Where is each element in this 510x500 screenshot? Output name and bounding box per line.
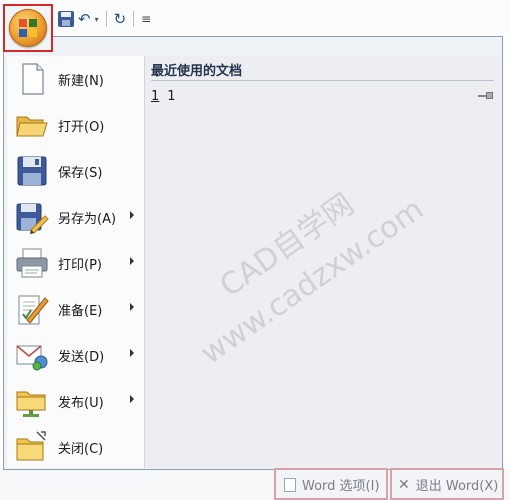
undo-dropdown-icon[interactable]: ▾ (95, 15, 99, 24)
submenu-arrow-icon (130, 211, 134, 219)
toolbar-divider (105, 11, 107, 27)
exit-word-label: 退出 Word(X) (415, 479, 499, 494)
office-button-highlight (3, 4, 53, 52)
menu-item-label: 发布(U) (58, 395, 104, 411)
toolbar-divider (133, 11, 135, 27)
quick-access-toolbar: ↶ ▾ ↻ ≡ (58, 8, 151, 30)
menu-item-label: 关闭(C) (58, 441, 104, 457)
menu-item-label: 打开(O) (58, 119, 105, 135)
save-floppy-icon (15, 154, 49, 188)
menu-item-label: 另存为(A) (58, 211, 117, 227)
recent-document-name: 1 (167, 89, 176, 104)
printer-icon (15, 246, 49, 280)
submenu-arrow-icon (130, 257, 134, 265)
menu-item-publish[interactable]: 发布(U) (7, 378, 144, 424)
title-bar: ↶ ▾ ↻ ≡ (0, 0, 510, 36)
menu-item-label: 保存(S) (58, 165, 103, 181)
menu-item-print[interactable]: 打印(P) (7, 240, 144, 286)
new-document-icon (15, 62, 49, 96)
save-icon[interactable] (58, 11, 74, 27)
menu-command-list: 新建(N) 打开(O) 保存(S) 另存为(A) 打印(P) 准备(E) 发送(… (7, 56, 145, 468)
recent-document-item[interactable]: 11 (151, 89, 176, 104)
word-options-label: Word 选项(I) (302, 479, 380, 494)
submenu-arrow-icon (130, 349, 134, 357)
menu-item-label: 新建(N) (58, 73, 104, 89)
exit-word-highlight: ✕ 退出 Word(X) (390, 468, 504, 500)
menu-item-label: 发送(D) (58, 349, 105, 365)
undo-icon[interactable]: ↶ (78, 11, 91, 27)
menu-item-label: 准备(E) (58, 303, 103, 319)
menu-item-open[interactable]: 打开(O) (7, 102, 144, 148)
exit-x-icon: ✕ (398, 476, 410, 493)
recent-documents-title: 最近使用的文档 (151, 64, 243, 79)
menu-item-prepare[interactable]: 准备(E) (7, 286, 144, 332)
office-button[interactable] (9, 9, 47, 47)
recent-documents-pane: 最近使用的文档 11 (145, 56, 500, 468)
options-document-icon (284, 477, 296, 492)
publish-folder-icon (15, 384, 49, 418)
pin-icon[interactable] (478, 92, 494, 100)
prepare-document-icon (15, 292, 49, 326)
word-options-button[interactable]: Word 选项(I) (284, 475, 380, 494)
exit-word-button[interactable]: ✕ 退出 Word(X) (398, 475, 499, 495)
customize-toolbar-icon[interactable]: ≡ (141, 12, 151, 26)
recent-document-number: 1 (151, 89, 160, 104)
menu-item-close[interactable]: 关闭(C) (7, 424, 144, 470)
menu-item-save-as[interactable]: 另存为(A) (7, 194, 144, 240)
submenu-arrow-icon (130, 395, 134, 403)
menu-item-send[interactable]: 发送(D) (7, 332, 144, 378)
menu-item-new[interactable]: 新建(N) (7, 56, 144, 102)
open-folder-icon (15, 108, 49, 142)
word-options-highlight: Word 选项(I) (274, 468, 388, 500)
office-menu: 新建(N) 打开(O) 保存(S) 另存为(A) 打印(P) 准备(E) 发送(… (3, 36, 503, 470)
close-folder-icon (15, 430, 49, 464)
recent-divider (151, 80, 494, 81)
save-as-icon (15, 200, 49, 234)
send-mail-icon (15, 338, 49, 372)
menu-item-label: 打印(P) (58, 257, 102, 273)
menu-item-save[interactable]: 保存(S) (7, 148, 144, 194)
redo-icon[interactable]: ↻ (114, 11, 127, 27)
submenu-arrow-icon (130, 303, 134, 311)
office-logo-icon (19, 19, 37, 37)
